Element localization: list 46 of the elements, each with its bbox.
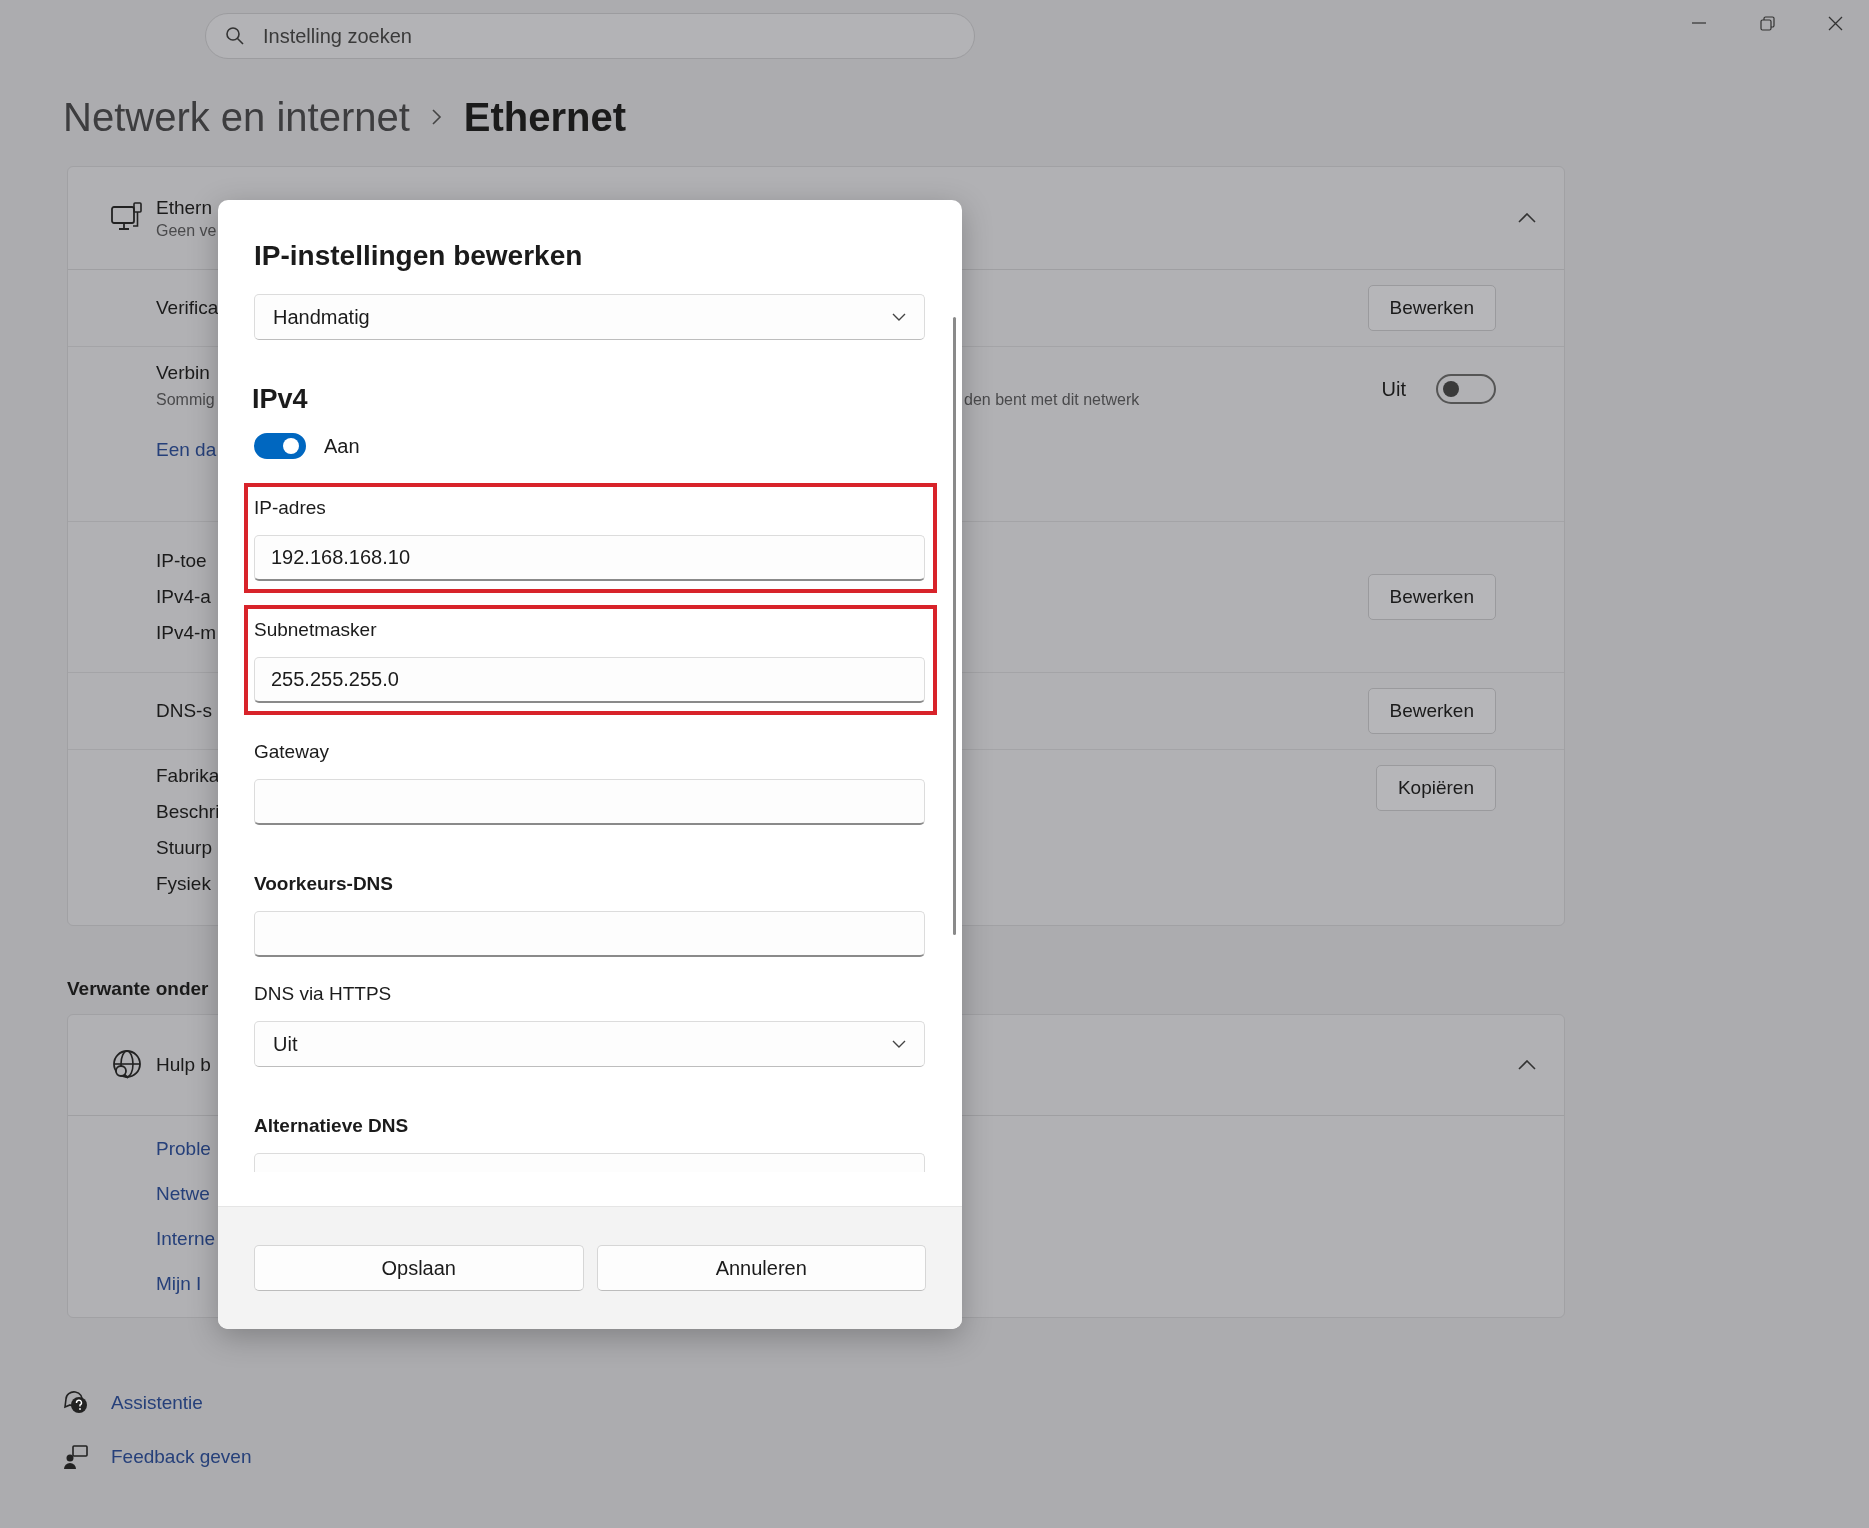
- edit-button[interactable]: Bewerken: [1367, 574, 1496, 620]
- dns-dropdown[interactable]: Uit: [254, 1021, 925, 1067]
- setting-label: DNS-s: [156, 700, 212, 722]
- setting-label: IP-toe: [156, 550, 207, 572]
- field-label: Alternatieve DNS: [254, 1115, 409, 1137]
- field-label: Voorkeurs-DNS: [254, 873, 393, 895]
- breadcrumb-parent[interactable]: Netwerk en internet: [63, 94, 410, 140]
- edit-button[interactable]: Bewerken: [1367, 688, 1496, 734]
- field-label: Gateway: [254, 741, 329, 763]
- text-field[interactable]: 255.255.255.0: [254, 657, 925, 703]
- help-link[interactable]: Interne: [156, 1228, 216, 1250]
- text-field[interactable]: 192.168.168.10: [254, 535, 925, 581]
- field-label: DNS via HTTPS: [254, 983, 392, 1005]
- search-field[interactable]: Instelling zoeken: [205, 13, 975, 59]
- help-link[interactable]: Proble: [156, 1138, 211, 1160]
- field-label: Subnetmasker: [254, 619, 377, 641]
- setting-label: Fabrika: [156, 765, 220, 787]
- cancel-button[interactable]: Annuleren: [596, 1245, 926, 1291]
- card-title: Ethern: [156, 196, 212, 219]
- mode-dropdown[interactable]: Handmatig: [254, 294, 925, 340]
- help-link[interactable]: Mijn I: [156, 1273, 202, 1295]
- setting-label: Verifica: [156, 297, 219, 319]
- edit-button[interactable]: Bewerken: [1367, 285, 1496, 331]
- footer-link[interactable]: Feedback geven: [111, 1446, 252, 1468]
- page-title: Ethernet: [463, 94, 627, 140]
- setting-description: Sommig: [156, 391, 215, 409]
- setting-label: Fysiek: [156, 873, 211, 895]
- card-title: Hulp b: [156, 1054, 211, 1076]
- section-heading: IPv4: [252, 384, 308, 415]
- save-button[interactable]: Opslaan: [254, 1245, 584, 1291]
- section-heading: Verwante onder: [67, 978, 209, 1000]
- setting-label: Stuurp: [156, 837, 212, 859]
- setting-label: Verbin: [156, 362, 210, 384]
- copy-button[interactable]: Kopiëren: [1375, 765, 1496, 811]
- setting-label: IPv4-m: [156, 622, 217, 644]
- card-subtitle: Geen ve: [156, 221, 217, 240]
- field-label: IP-adres: [254, 497, 326, 519]
- setting-link[interactable]: Een da: [156, 439, 217, 460]
- setting-label: IPv4-a: [156, 586, 211, 608]
- help-link[interactable]: Netwe: [156, 1183, 210, 1205]
- toggle-state-label: Uit: [1381, 377, 1406, 401]
- setting-label: Beschri: [156, 801, 220, 823]
- dialog-title: IP-instellingen bewerken: [254, 240, 584, 272]
- setting-description: den bent met dit netwerk: [964, 391, 1140, 409]
- toggle-state-label: Aan: [324, 434, 360, 458]
- footer-link[interactable]: Assistentie: [111, 1392, 203, 1414]
